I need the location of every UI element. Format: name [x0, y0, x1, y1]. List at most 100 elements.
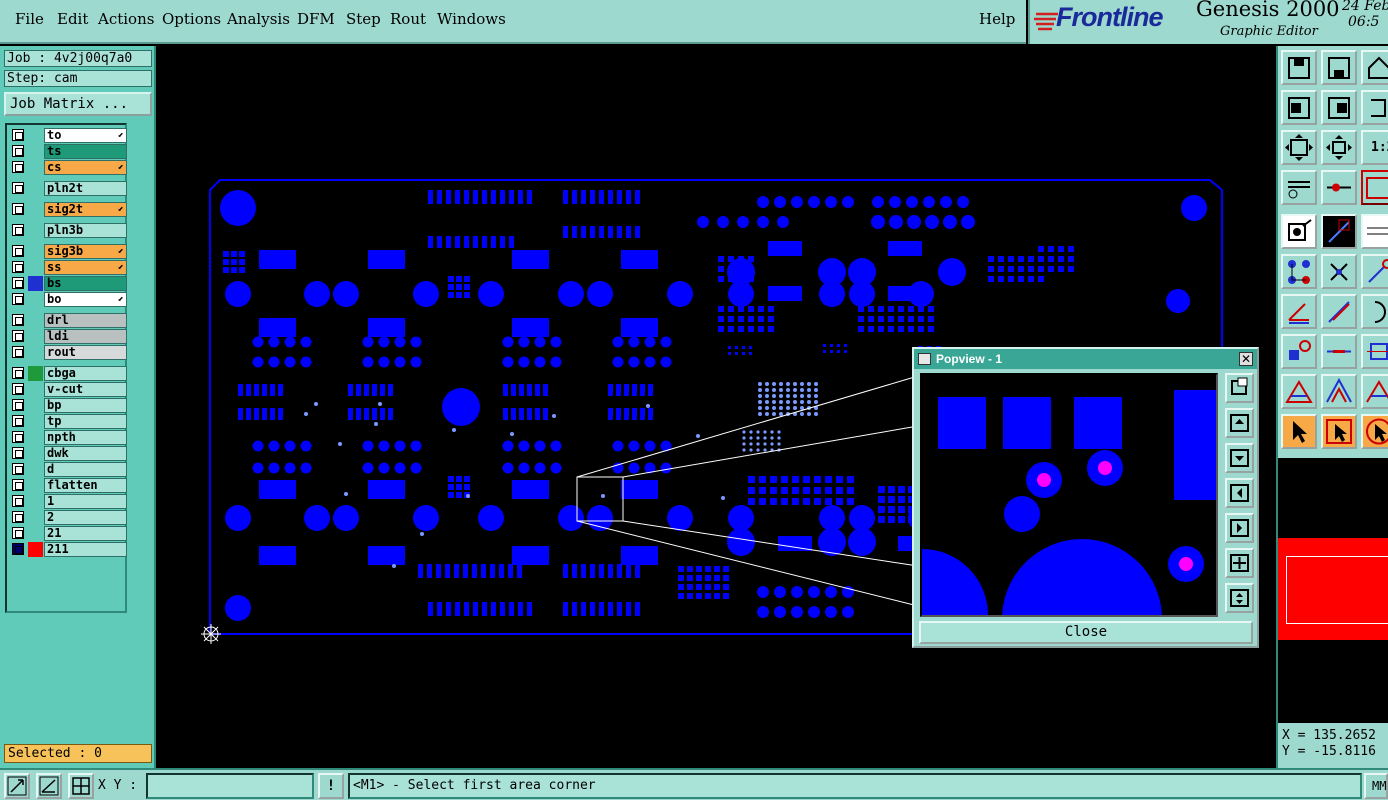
snap-button[interactable]	[1321, 170, 1357, 205]
layer-row-2[interactable]: 2	[9, 510, 127, 525]
home-button[interactable]	[1281, 50, 1317, 85]
layer-checkbox[interactable]	[12, 479, 24, 491]
select-pointer-button[interactable]	[1281, 414, 1317, 449]
layer-color-swatch[interactable]	[28, 160, 43, 175]
menu-file[interactable]: File	[15, 10, 44, 28]
layer-row-cs[interactable]: cs ⬋	[9, 160, 127, 175]
layer-name[interactable]: sig3b ⬋	[44, 244, 127, 259]
layer-name[interactable]: drl	[44, 313, 127, 328]
layer-color-swatch[interactable]	[28, 478, 43, 493]
layer-row-vcut[interactable]: v-cut	[9, 382, 127, 397]
layer-checkbox[interactable]	[12, 145, 24, 157]
layer-color-swatch[interactable]	[28, 366, 43, 381]
zoom-forward-button[interactable]	[1321, 90, 1357, 125]
layer-row-bo[interactable]: bo ⬋	[9, 292, 127, 307]
layer-checkbox[interactable]	[12, 495, 24, 507]
layer-color-swatch[interactable]	[28, 382, 43, 397]
zoom-fit-button[interactable]	[1321, 130, 1357, 165]
layer-name[interactable]: pln3b	[44, 223, 127, 238]
measure-button[interactable]	[1281, 170, 1317, 205]
popview-pan-right-button[interactable]	[1225, 513, 1254, 543]
layer-row-dwk[interactable]: dwk	[9, 446, 127, 461]
popview-zoom-in-button[interactable]	[1225, 548, 1254, 578]
popview-pan-left-button[interactable]	[1225, 478, 1254, 508]
layer-name[interactable]: to ⬋	[44, 128, 127, 143]
layer-checkbox[interactable]	[12, 399, 24, 411]
menu-analysis[interactable]: Analysis	[227, 10, 290, 28]
select-pad-button[interactable]	[1281, 214, 1317, 249]
layer-name[interactable]: dwk	[44, 446, 127, 461]
layer-name[interactable]: ss ⬋	[44, 260, 127, 275]
redo-button[interactable]	[1361, 90, 1388, 125]
layer-row-bs[interactable]: bs	[9, 276, 127, 291]
ruler-tool-button[interactable]	[1361, 214, 1388, 249]
layer-row-d[interactable]: d	[9, 462, 127, 477]
layer-color-swatch[interactable]	[28, 542, 43, 557]
popview-snap-button[interactable]	[1225, 373, 1254, 403]
layer-row-ss[interactable]: ss ⬋	[9, 260, 127, 275]
layer-color-swatch[interactable]	[28, 430, 43, 445]
house-button[interactable]	[1361, 50, 1388, 85]
layer-row-tp[interactable]: tp	[9, 414, 127, 429]
layer-color-swatch[interactable]	[28, 329, 43, 344]
layer-row-ldi[interactable]: ldi	[9, 329, 127, 344]
grid-button[interactable]	[68, 773, 94, 799]
draw-line-button[interactable]	[1321, 214, 1357, 249]
layer-row-pln3b[interactable]: pln3b	[9, 223, 127, 238]
popview-pan-up-button[interactable]	[1225, 408, 1254, 438]
layer-checkbox[interactable]	[12, 129, 24, 141]
fit-view-button[interactable]	[1281, 130, 1317, 165]
layer-name[interactable]: cs ⬋	[44, 160, 127, 175]
popview-close-button[interactable]: Close	[919, 621, 1253, 644]
layer-name[interactable]: 21	[44, 526, 127, 541]
layer-row-sig2t[interactable]: sig2t ⬋	[9, 202, 127, 217]
copy-pad-button[interactable]	[1281, 334, 1317, 369]
layer-name[interactable]: bs	[44, 276, 127, 291]
layer-color-swatch[interactable]	[28, 292, 43, 307]
layer-color-swatch[interactable]	[28, 144, 43, 159]
layer-row-211[interactable]: 211	[9, 542, 127, 557]
zoom-box-button[interactable]	[4, 773, 30, 799]
layer-checkbox[interactable]	[12, 543, 24, 555]
layer-color-swatch[interactable]	[28, 446, 43, 461]
layer-color-swatch[interactable]	[28, 223, 43, 238]
ruler-button[interactable]	[1361, 170, 1388, 205]
menu-rout[interactable]: Rout	[390, 10, 426, 28]
layer-checkbox[interactable]	[12, 314, 24, 326]
layer-checkbox[interactable]	[12, 367, 24, 379]
layer-name[interactable]: ts	[44, 144, 127, 159]
popview-titlebar[interactable]: Popview - 1	[914, 349, 1257, 369]
layer-color-swatch[interactable]	[28, 313, 43, 328]
layer-name[interactable]: ldi	[44, 329, 127, 344]
triangle-button[interactable]	[1281, 374, 1317, 409]
layer-row-pln2t[interactable]: pln2t	[9, 181, 127, 196]
layer-checkbox[interactable]	[12, 182, 24, 194]
layer-color-swatch[interactable]	[28, 202, 43, 217]
layer-checkbox[interactable]	[12, 415, 24, 427]
slash-line-button[interactable]	[1321, 294, 1357, 329]
layer-name[interactable]: tp	[44, 414, 127, 429]
layer-name[interactable]: 2	[44, 510, 127, 525]
layer-name[interactable]: cbga	[44, 366, 127, 381]
menu-help[interactable]: Help	[979, 10, 1015, 28]
menu-edit[interactable]: Edit	[57, 10, 88, 28]
menu-actions[interactable]: Actions	[98, 10, 154, 28]
layer-checkbox[interactable]	[12, 203, 24, 215]
layer-row-1[interactable]: 1	[9, 494, 127, 509]
popview-pan-down-button[interactable]	[1225, 443, 1254, 473]
zoom-back-button[interactable]	[1281, 90, 1317, 125]
layer-row-rout[interactable]: rout	[9, 345, 127, 360]
popview-canvas[interactable]	[856, 373, 1222, 699]
layer-color-swatch[interactable]	[28, 398, 43, 413]
arc-triangle-button[interactable]	[1361, 374, 1388, 409]
angle-button[interactable]	[1281, 294, 1317, 329]
layer-row-sig3b[interactable]: sig3b ⬋	[9, 244, 127, 259]
layer-checkbox[interactable]	[12, 447, 24, 459]
close-icon[interactable]: ✕	[1239, 352, 1253, 366]
units-button[interactable]: MM	[1364, 773, 1388, 799]
layer-row-npth[interactable]: npth	[9, 430, 127, 445]
layer-checkbox[interactable]	[12, 161, 24, 173]
layer-checkbox[interactable]	[12, 277, 24, 289]
layer-checkbox[interactable]	[12, 463, 24, 475]
layer-color-swatch[interactable]	[28, 414, 43, 429]
